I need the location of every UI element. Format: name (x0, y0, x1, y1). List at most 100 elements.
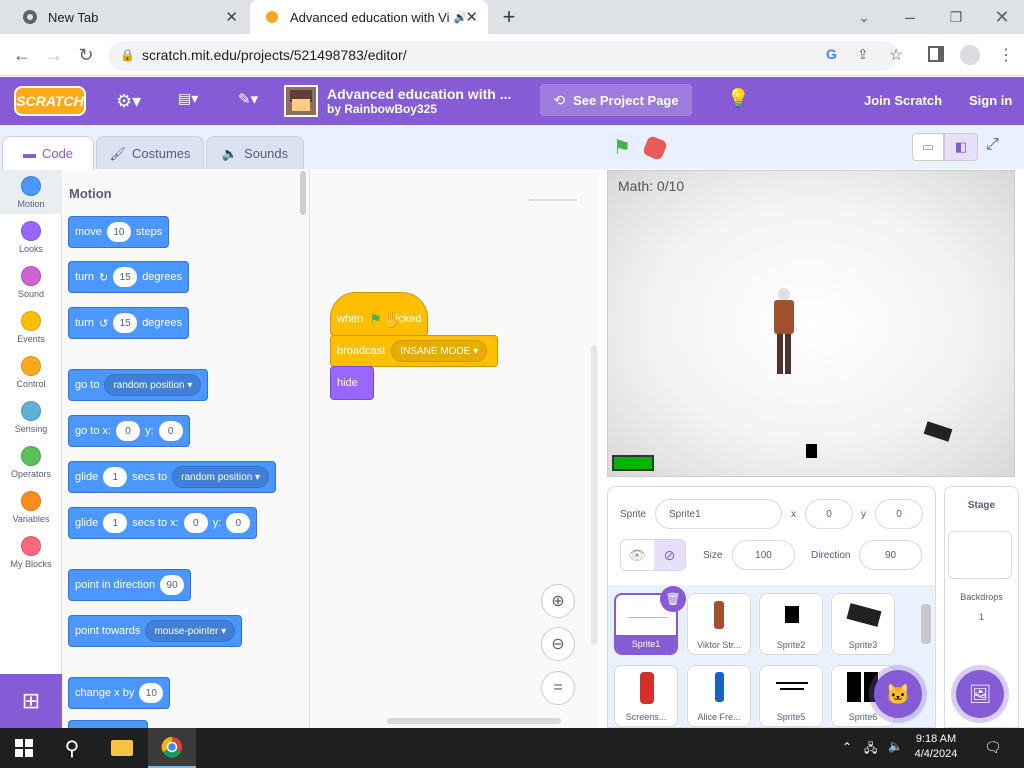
direction-input[interactable]: 90 (859, 540, 922, 570)
palette-scrollbar[interactable] (300, 171, 306, 215)
glide-target-dropdown[interactable]: random position ▾ (172, 466, 270, 488)
choose-sprite-button[interactable]: 🐱 (874, 670, 922, 718)
taskbar-clock[interactable]: 9:18 AM 4/4/2024 (910, 733, 962, 760)
sprite-tile[interactable]: Sprite5 (759, 665, 823, 727)
category-events[interactable]: Events (0, 304, 62, 349)
edit-pencil-icon[interactable]: ✎▾ (238, 90, 258, 108)
profile-avatar-icon[interactable] (960, 45, 980, 65)
category-motion[interactable]: Motion (0, 169, 62, 214)
close-tab-icon[interactable]: ✕ (225, 8, 238, 26)
x-input[interactable]: 0 (183, 513, 208, 533)
lightbulb-icon[interactable]: 💡 (727, 88, 749, 109)
script-vertical-scrollbar[interactable] (591, 345, 597, 645)
notification-icon[interactable]: 🗨 (984, 739, 1002, 756)
block-turn-left[interactable]: turn ↺ 15 degrees (68, 307, 189, 339)
sprite-tile[interactable]: Sprite2 (759, 593, 823, 655)
delete-sprite-trash-icon[interactable]: 🗑 (660, 586, 686, 612)
degrees-input[interactable]: 15 (113, 313, 138, 333)
degrees-input[interactable]: 15 (113, 267, 138, 287)
block-move-steps[interactable]: move 10 steps (68, 216, 170, 248)
direction-input[interactable]: 90 (160, 575, 185, 595)
new-tab-plus-icon[interactable]: + (495, 3, 523, 31)
tablet-sprite[interactable] (923, 421, 953, 442)
lock-icon[interactable]: 🔒 (120, 48, 135, 62)
black-square-sprite[interactable] (806, 444, 817, 458)
category-variables[interactable]: Variables (0, 484, 62, 529)
towards-dropdown[interactable]: mouse-pointer ▾ (145, 620, 236, 642)
forward-arrow-icon[interactable]: → (40, 41, 68, 69)
script-horizontal-scrollbar[interactable] (387, 718, 561, 724)
see-project-page-button[interactable]: ⟲ See Project Page (540, 84, 692, 116)
change-x-input[interactable]: 10 (139, 683, 164, 703)
close-tab-icon[interactable]: ✕ (465, 8, 478, 26)
size-input[interactable]: 100 (732, 540, 795, 570)
green-flag-button[interactable]: ⚑ (606, 131, 638, 163)
network-icon[interactable]: 🖧 (864, 739, 877, 760)
block-glide-to-xy[interactable]: glide 1 secs to x: 0 y: 0 (68, 507, 258, 539)
search-icon[interactable]: ⚲ (48, 728, 96, 768)
sprite-tile[interactable]: Alice Fre... (687, 665, 751, 727)
tab-search-chevron-icon[interactable]: ⌄ (850, 3, 878, 31)
share-icon[interactable]: ⇪ (857, 46, 869, 63)
block-go-to-xy[interactable]: go to x: 0 y: 0 (68, 415, 190, 447)
hide-sprite-eye-icon[interactable]: ⊘ (654, 540, 685, 570)
character-sprite[interactable] (771, 288, 797, 376)
tray-chevron-icon[interactable]: ⌃ (842, 740, 852, 754)
restore-window-icon[interactable]: ❐ (942, 3, 970, 31)
category-sensing[interactable]: Sensing (0, 394, 62, 439)
zoom-reset-button[interactable]: = (541, 671, 575, 705)
y-input[interactable]: 0 (158, 421, 183, 441)
block-set-x-partial[interactable] (68, 720, 148, 728)
goto-target-dropdown[interactable]: random position ▾ (104, 374, 202, 396)
zoom-in-button[interactable]: ⊕ (541, 584, 575, 618)
volume-icon[interactable]: 🔈 (888, 739, 903, 753)
file-explorer-icon[interactable] (98, 728, 146, 768)
green-bar-sprite[interactable] (612, 455, 654, 471)
file-menu-icon[interactable]: ▤▾ (178, 90, 204, 110)
fullscreen-icon[interactable]: ⤢ (986, 136, 999, 154)
browser-tab-scratch[interactable]: Advanced education with Vi 🔊 ✕ (250, 0, 488, 34)
block-turn-right[interactable]: turn ↻ 15 degrees (68, 261, 189, 293)
category-operators[interactable]: Operators (0, 439, 62, 484)
minimize-window-icon[interactable]: – (896, 3, 924, 31)
join-scratch-link[interactable]: Join Scratch (864, 93, 942, 108)
block-glide-to[interactable]: glide 1 secs to random position ▾ (68, 461, 277, 493)
url-text[interactable]: scratch.mit.edu/projects/521498783/edito… (142, 47, 407, 63)
tab-sounds[interactable]: 🔈 Sounds (206, 136, 304, 170)
x-input[interactable]: 0 (116, 421, 141, 441)
y-position-input[interactable]: 0 (875, 499, 923, 529)
broadcast-message-dropdown[interactable]: INSANE MODE ▾ (391, 340, 488, 362)
category-sound[interactable]: Sound (0, 259, 62, 304)
sprite-list-scrollbar[interactable] (921, 604, 931, 644)
sign-in-link[interactable]: Sign in (969, 93, 1012, 108)
reload-icon[interactable]: ↻ (72, 41, 100, 69)
stage-backdrop-thumbnail[interactable] (948, 531, 1012, 579)
kebab-menu-icon[interactable]: ⋮ (998, 45, 1014, 65)
large-stage-button[interactable]: ◧ (944, 133, 978, 161)
sprite-tile[interactable]: Sprite3 (831, 593, 895, 655)
sprite-tile[interactable]: Viktor Str... (687, 593, 751, 655)
small-stage-button[interactable]: ▭ (912, 133, 944, 161)
block-go-to[interactable]: go to random position ▾ (68, 369, 209, 401)
choose-backdrop-button[interactable]: 🖼 (956, 670, 1004, 718)
y-input[interactable]: 0 (226, 513, 251, 533)
category-control[interactable]: Control (0, 349, 62, 394)
secs-input[interactable]: 1 (103, 467, 128, 487)
windows-start-icon[interactable] (0, 728, 48, 768)
chrome-taskbar-icon[interactable] (148, 728, 196, 768)
zoom-out-button[interactable]: ⊖ (541, 627, 575, 661)
stage-canvas[interactable]: Math: 0/10 (607, 170, 1015, 477)
sprite-name-input[interactable]: Sprite1 (655, 499, 782, 529)
tab-code[interactable]: ▬ Code (2, 136, 94, 170)
category-looks[interactable]: Looks (0, 214, 62, 259)
bookmark-star-icon[interactable]: ☆ (889, 45, 903, 65)
scratch-logo[interactable]: SCRATCH (14, 86, 86, 116)
settings-gear-icon[interactable]: ⚙▾ (116, 91, 141, 112)
block-hide[interactable]: hide (330, 366, 374, 400)
block-point-in-direction[interactable]: point in direction 90 (68, 569, 192, 601)
block-when-flag-clicked[interactable]: when ⚑ clicked (330, 292, 428, 336)
steps-input[interactable]: 10 (106, 222, 131, 242)
block-change-x-by[interactable]: change x by 10 (68, 677, 171, 709)
block-point-towards[interactable]: point towards mouse-pointer ▾ (68, 615, 243, 647)
back-arrow-icon[interactable]: ← (8, 41, 36, 69)
